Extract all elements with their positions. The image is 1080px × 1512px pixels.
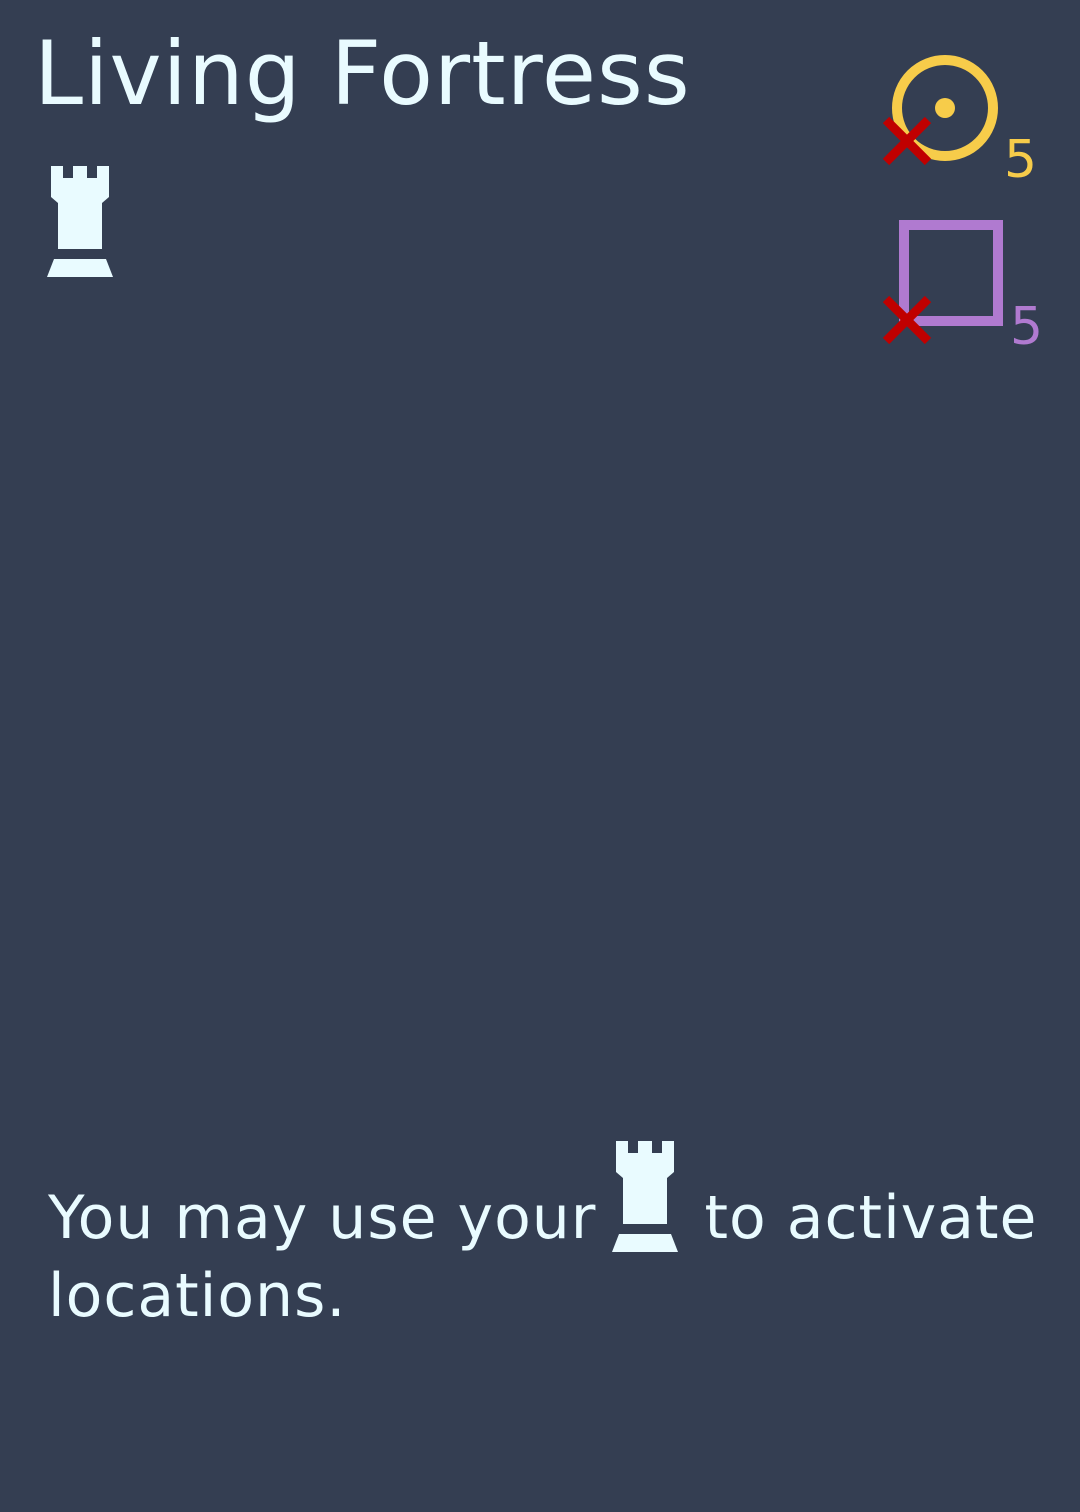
cost-square-value: 5 (1010, 297, 1044, 357)
cost-circle: 5 (880, 50, 1050, 195)
x-mark-icon (882, 116, 932, 166)
ability-text-before: You may use your (48, 1183, 597, 1253)
rook-icon (46, 165, 114, 277)
cost-circle-value: 5 (1004, 130, 1038, 190)
circle-dot-icon (882, 55, 998, 166)
ability-text: You may use your to activate locations. (48, 1140, 1038, 1335)
cost-square: 5 (880, 215, 1050, 360)
rook-icon (612, 1140, 678, 1252)
card-title: Living Fortress (34, 22, 691, 125)
square-icon (882, 220, 1003, 345)
